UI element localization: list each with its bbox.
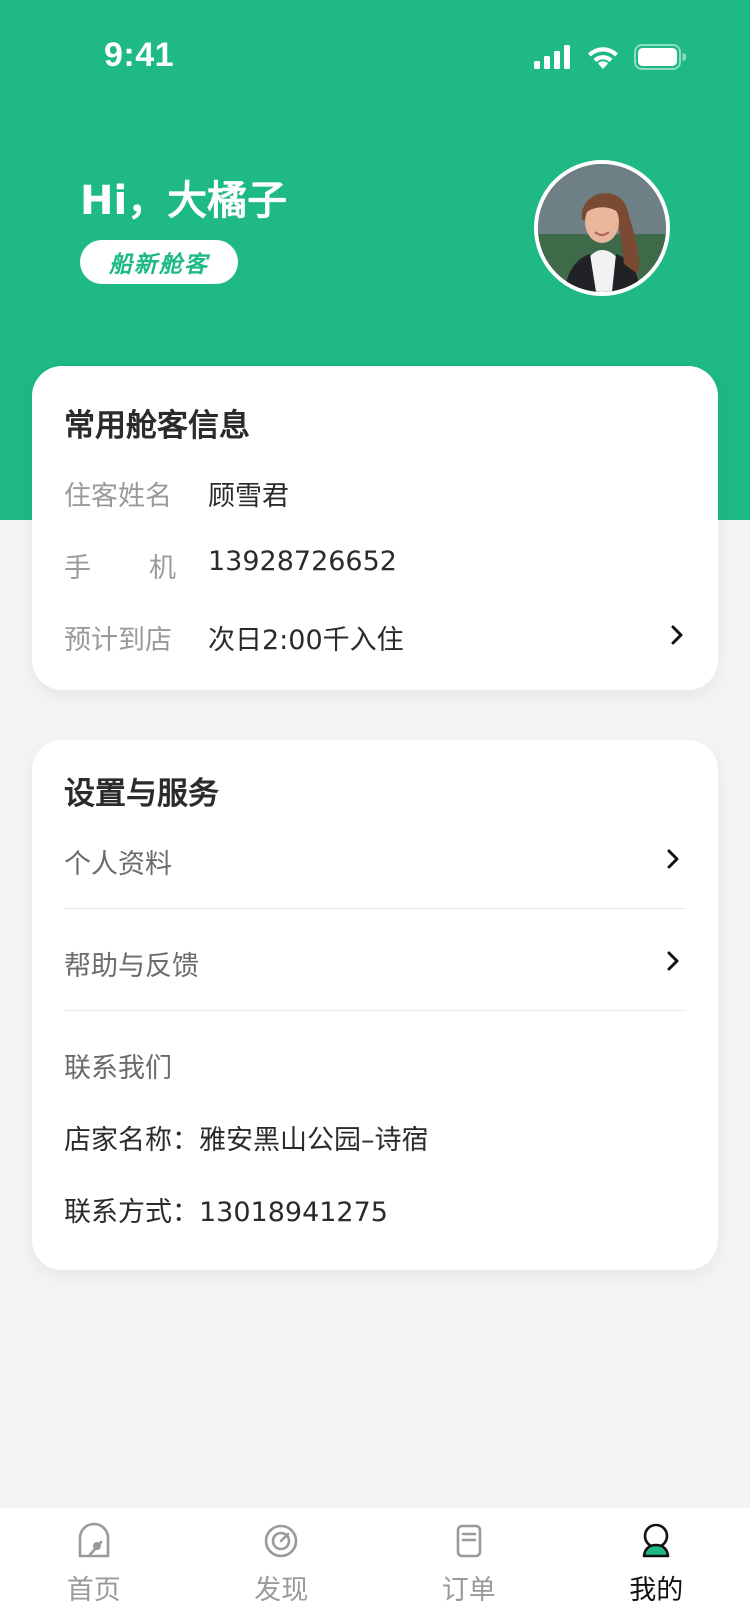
phone-label-char: 机 bbox=[149, 553, 176, 584]
tab-orders[interactable]: 订单 bbox=[375, 1508, 563, 1624]
tab-label: 发现 bbox=[254, 1575, 309, 1606]
tab-label: 首页 bbox=[66, 1575, 121, 1606]
tab-label: 订单 bbox=[441, 1575, 496, 1606]
status-time: 9:41 bbox=[104, 36, 175, 74]
menu-item-label: 帮助与反馈 bbox=[64, 951, 199, 982]
contact-phone[interactable]: 联系方式：13018941275 bbox=[64, 1190, 388, 1229]
status-bar: 9:41 bbox=[0, 0, 750, 100]
greeting-text: Hi，大橘子 bbox=[80, 178, 288, 224]
avatar[interactable] bbox=[534, 160, 670, 296]
shop-name: 店家名称：雅安黑山公园–诗宿 bbox=[64, 1125, 429, 1156]
chevron-right-icon[interactable] bbox=[666, 624, 688, 646]
home-icon bbox=[78, 1522, 110, 1558]
signal-icon bbox=[534, 45, 570, 69]
tab-label: 我的 bbox=[629, 1575, 684, 1606]
phone-label: 手 机 bbox=[64, 546, 176, 585]
guest-name-label: 住客姓名 bbox=[64, 481, 172, 512]
chevron-right-icon bbox=[667, 849, 679, 869]
tab-profile[interactable]: 我的 bbox=[563, 1508, 750, 1624]
orders-icon bbox=[456, 1524, 482, 1558]
discover-icon bbox=[264, 1524, 298, 1558]
member-level-badge: 船新舱客 bbox=[80, 240, 238, 284]
arrival-time-label: 预计到店 bbox=[64, 625, 172, 656]
menu-item-profile[interactable]: 个人资料 bbox=[32, 826, 718, 904]
guest-info-card: 常用舱客信息 住客姓名 顾雪君 手 机 13928726652 预计到店 次日2… bbox=[32, 366, 718, 690]
chevron-right-icon bbox=[667, 951, 679, 971]
menu-item-label: 个人资料 bbox=[64, 849, 172, 880]
guest-name-value: 顾雪君 bbox=[208, 481, 289, 512]
wifi-icon bbox=[588, 47, 618, 69]
settings-card: 设置与服务 个人资料 帮助与反馈 联系我们 店家名称：雅安黑山公园–诗宿 联系方… bbox=[32, 740, 718, 1270]
bottom-tab-bar: 首页 发现 订单 我的 bbox=[0, 1508, 750, 1624]
card-title: 常用舱客信息 bbox=[64, 408, 250, 444]
battery-icon bbox=[634, 44, 686, 70]
menu-item-help-feedback[interactable]: 帮助与反馈 bbox=[32, 928, 718, 1006]
card-title: 设置与服务 bbox=[64, 776, 219, 812]
tab-home[interactable]: 首页 bbox=[0, 1508, 188, 1624]
status-icons bbox=[534, 44, 686, 70]
avatar-photo bbox=[538, 164, 666, 292]
profile-icon bbox=[642, 1523, 670, 1558]
phone-value: 13928726652 bbox=[208, 546, 397, 577]
tab-discover[interactable]: 发现 bbox=[188, 1508, 376, 1624]
divider bbox=[64, 908, 686, 909]
contact-us-heading: 联系我们 bbox=[64, 1053, 172, 1084]
phone-label-char: 手 bbox=[64, 553, 91, 584]
divider bbox=[64, 1010, 686, 1011]
arrival-time-value[interactable]: 次日2:00千入住 bbox=[208, 618, 404, 657]
